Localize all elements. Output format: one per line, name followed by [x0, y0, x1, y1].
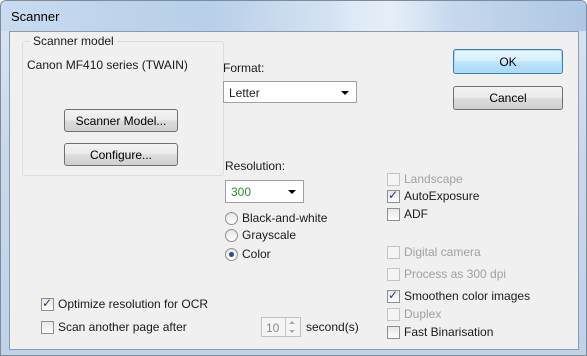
checkbox-label: Optimize resolution for OCR: [58, 297, 209, 311]
scanner-model-legend: Scanner model: [30, 34, 117, 48]
resolution-select[interactable]: 300: [225, 180, 304, 203]
checkbox-label: Fast Binarisation: [404, 325, 494, 339]
chevron-up-icon[interactable]: [289, 321, 295, 324]
radio-label: Color: [242, 247, 271, 261]
checkbox-label: Process as 300 dpi: [404, 267, 507, 281]
cancel-button[interactable]: Cancel: [453, 86, 563, 110]
radio-indicator[interactable]: [225, 229, 238, 242]
window-title: Scanner: [11, 9, 60, 24]
checkbox-indicator[interactable]: [387, 268, 400, 281]
checkbox-indicator[interactable]: [387, 246, 400, 259]
title-bar-glow: [331, 1, 451, 31]
radio-label: Grayscale: [242, 228, 297, 242]
checkbox-indicator[interactable]: [387, 288, 400, 303]
checkbox-label: Scan another page after: [58, 320, 187, 334]
seconds-value: 10: [266, 321, 280, 335]
checkbox-indicator[interactable]: [387, 326, 400, 339]
radio-indicator[interactable]: [225, 212, 238, 225]
resolution-value: 300: [231, 185, 252, 199]
checkbox-indicator[interactable]: [41, 321, 54, 334]
checkbox-label: Digital camera: [404, 245, 481, 259]
stepper-buttons[interactable]: [285, 318, 300, 336]
resolution-label: Resolution:: [225, 159, 286, 173]
checkbox-label: AutoExposure: [404, 189, 480, 203]
ok-button[interactable]: OK: [453, 49, 563, 74]
format-value: Letter: [229, 86, 260, 100]
chevron-down-icon: [288, 190, 296, 194]
title-bar[interactable]: Scanner: [1, 1, 586, 31]
chevron-down-icon[interactable]: [289, 330, 295, 333]
checkbox-indicator[interactable]: [387, 308, 400, 321]
format-select[interactable]: Letter: [223, 81, 357, 103]
scanner-model-button[interactable]: Scanner Model...: [64, 109, 178, 132]
checkbox-indicator[interactable]: [387, 173, 400, 186]
radio-indicator[interactable]: [225, 248, 238, 261]
checkbox-indicator[interactable]: [387, 188, 400, 203]
checkbox-label: Smoothen color images: [404, 289, 531, 303]
dialog-body: Scanner model Canon MF410 series (TWAIN)…: [9, 31, 579, 350]
radio-label: Black-and-white: [242, 211, 328, 225]
checkbox-label: Landscape: [404, 172, 463, 186]
scanner-model-name: Canon MF410 series (TWAIN): [27, 58, 188, 72]
seconds-stepper[interactable]: 10: [261, 317, 301, 337]
checkbox-label: Duplex: [404, 307, 442, 321]
chevron-down-icon: [341, 91, 349, 95]
checkbox-indicator[interactable]: [41, 296, 54, 311]
seconds-label: second(s): [306, 320, 359, 334]
format-label: Format:: [223, 61, 265, 75]
configure-button[interactable]: Configure...: [64, 143, 178, 166]
checkbox-indicator[interactable]: [387, 208, 400, 221]
scanner-dialog: Scanner Scanner model Canon MF410 series…: [0, 0, 587, 356]
checkbox-label: ADF: [404, 207, 428, 221]
